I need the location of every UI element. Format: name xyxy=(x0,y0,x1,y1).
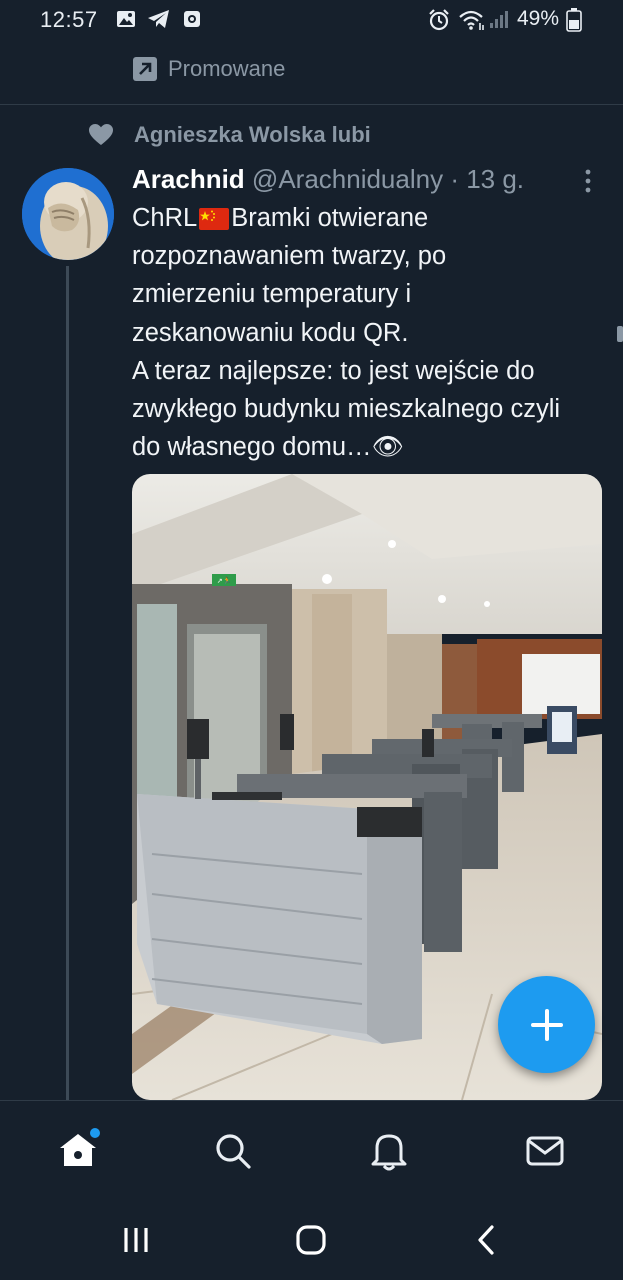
avatar[interactable] xyxy=(22,168,114,260)
tweet-text-line: A teraz najlepsze: to jest wejście do xyxy=(132,356,535,385)
gallery-notification-icon xyxy=(117,11,135,27)
back-icon xyxy=(478,1225,494,1255)
nav-notifications[interactable] xyxy=(363,1127,415,1175)
app-notification-icon xyxy=(184,11,200,27)
home-icon xyxy=(60,1128,100,1166)
status-time: 12:57 xyxy=(40,7,98,32)
tweet-text-line: zeskanowaniu kodu QR. xyxy=(132,318,409,347)
promoted-arrow-icon xyxy=(133,57,157,81)
system-nav xyxy=(0,1200,623,1280)
home-pill-icon xyxy=(296,1225,326,1255)
battery-percentage: 49% xyxy=(517,7,560,30)
tweet-text-line: zmierzeniu temperatury i xyxy=(132,280,412,309)
promoted-row[interactable]: Promowane xyxy=(132,54,285,84)
promoted-label: Promowane xyxy=(168,56,286,81)
nav-home[interactable] xyxy=(52,1127,104,1175)
tweet-text-line: do własnego domu…👁 xyxy=(132,433,404,462)
nav-search[interactable] xyxy=(207,1127,259,1175)
compose-button[interactable] xyxy=(498,976,595,1073)
tweet-text-line: zwykłego budynku mieszkalnego czyli xyxy=(132,395,561,424)
recents-icon xyxy=(124,1228,148,1252)
liked-by-text: Agnieszka Wolska lubi xyxy=(134,122,371,147)
tweet-text-line: rozpoznawaniem twarzy, po xyxy=(132,242,447,271)
status-bar: 12:57 49% xyxy=(0,0,623,44)
exit-sign-text: ↗🏃 xyxy=(217,576,232,585)
divider xyxy=(0,104,623,105)
scroll-indicator[interactable] xyxy=(617,326,623,342)
nav-messages[interactable] xyxy=(519,1127,571,1175)
china-flag-icon xyxy=(199,208,230,231)
tweet-text-segment: Bramki otwierane xyxy=(231,204,429,232)
meta-separator: · xyxy=(443,164,467,194)
author-handle[interactable]: @Arachnidualny xyxy=(252,164,443,194)
signal-icon xyxy=(490,11,508,28)
battery-icon xyxy=(566,8,582,32)
compose-plus-icon xyxy=(530,1008,563,1041)
tweet-text-segment: ChRL xyxy=(132,204,198,232)
heart-icon xyxy=(89,124,113,145)
author-name[interactable]: Arachnid xyxy=(132,164,245,194)
alarm-icon xyxy=(429,9,449,31)
more-vert-icon[interactable] xyxy=(576,168,600,194)
mail-icon xyxy=(526,1136,564,1166)
tweet-header: Arachnid @Arachnidualny · 13 g. xyxy=(132,164,524,195)
back-button[interactable] xyxy=(456,1218,516,1262)
thread-line xyxy=(66,266,69,1100)
search-icon xyxy=(216,1134,251,1169)
tweet-text: ChRL Bramki otwierane rozpoznawaniem twar… xyxy=(132,199,612,466)
tweet-text-line: ChRL Bramki otwierane xyxy=(132,199,612,237)
tweet-time[interactable]: 13 g. xyxy=(466,164,524,194)
avatar-image xyxy=(22,168,114,260)
social-context[interactable]: Agnieszka Wolska lubi xyxy=(88,120,371,150)
telegram-notification-icon xyxy=(148,10,169,28)
bottom-nav xyxy=(0,1100,623,1201)
wifi-icon xyxy=(459,10,484,30)
bell-icon xyxy=(371,1134,407,1171)
home-system-button[interactable] xyxy=(281,1218,341,1262)
recents-button[interactable] xyxy=(106,1218,166,1262)
